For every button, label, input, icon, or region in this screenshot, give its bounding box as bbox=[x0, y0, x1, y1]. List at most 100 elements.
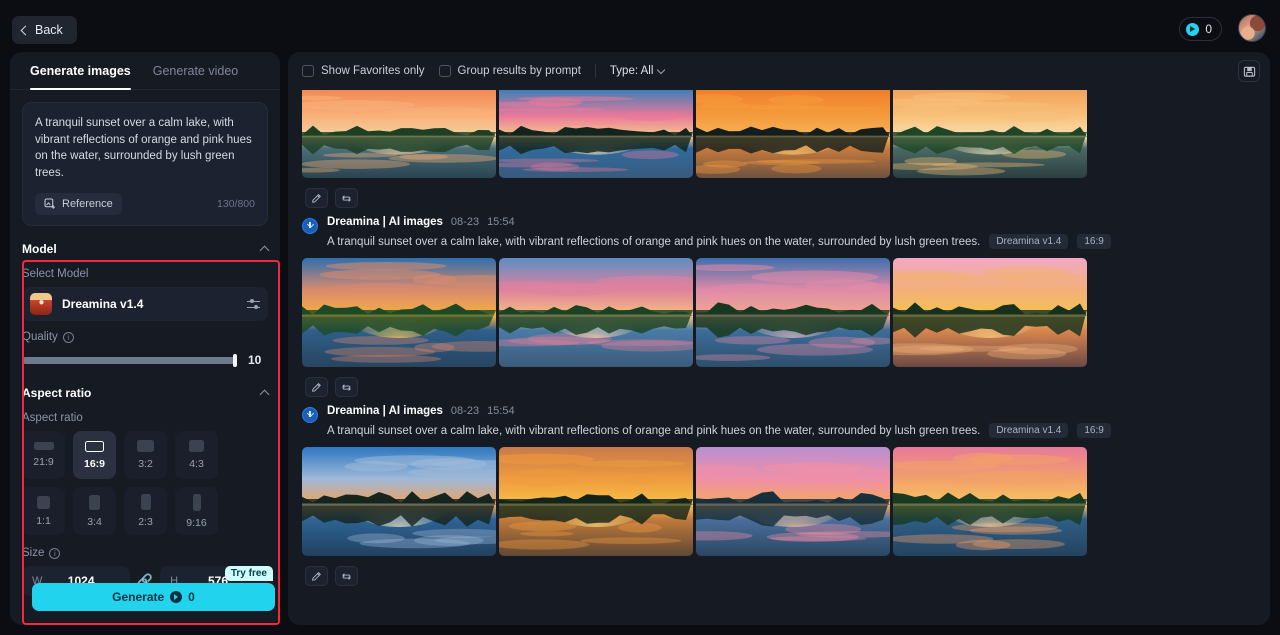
result-thumbnail[interactable] bbox=[499, 447, 693, 556]
archive-folder-icon bbox=[1243, 66, 1255, 77]
aspect-ratio-3-4[interactable]: 3:4 bbox=[73, 487, 116, 535]
download-circle-icon[interactable] bbox=[302, 218, 318, 234]
credits-indicator[interactable]: 0 bbox=[1179, 17, 1222, 41]
model-section-header[interactable]: Model bbox=[22, 234, 270, 264]
quality-section: Quality i 10 bbox=[10, 331, 280, 370]
checkbox-box[interactable] bbox=[438, 65, 451, 77]
aspect-ratio-4-3[interactable]: 4:3 bbox=[175, 431, 218, 479]
aspect-section-header[interactable]: Aspect ratio bbox=[22, 378, 270, 408]
result-thumbnail[interactable] bbox=[696, 90, 890, 178]
aspect-ratio-label: 3:2 bbox=[138, 458, 153, 470]
results-scroll-area[interactable]: Dreamina | AI images 08-23 15:54 A tranq… bbox=[288, 90, 1270, 625]
checkbox-box[interactable] bbox=[302, 65, 314, 77]
aspect-ratio-16-9[interactable]: 16:9 bbox=[73, 431, 116, 479]
result-thumbnail[interactable] bbox=[893, 90, 1087, 178]
model-section: Model Select Model Dreamina v1.4 bbox=[10, 234, 280, 321]
aspect-ratio-grid: 21:9 16:9 3:2 4:3 1:1 3:4 2:3 9:16 bbox=[22, 431, 268, 535]
download-circle-icon[interactable] bbox=[302, 407, 318, 423]
aspect-section-title: Aspect ratio bbox=[22, 386, 92, 400]
tune-sliders-icon[interactable] bbox=[247, 299, 260, 310]
chevron-up-icon[interactable] bbox=[259, 245, 270, 256]
show-favorites-checkbox[interactable]: Show Favorites only bbox=[302, 65, 425, 77]
toolbar-divider bbox=[594, 64, 596, 78]
quality-value: 10 bbox=[248, 353, 262, 367]
edit-button[interactable] bbox=[305, 377, 328, 397]
tab-generate-images[interactable]: Generate images bbox=[30, 64, 131, 90]
size-label-row: Size i bbox=[22, 547, 268, 559]
type-filter-label: Type: All bbox=[609, 65, 654, 77]
results-toolbar: Show Favorites only Group results by pro… bbox=[288, 52, 1270, 90]
avatar[interactable] bbox=[1238, 14, 1266, 42]
quality-slider-row: 10 bbox=[22, 350, 268, 370]
model-badge: Dreamina v1.4 bbox=[989, 234, 1069, 249]
result-time: 15:54 bbox=[487, 405, 515, 417]
result-image-row bbox=[302, 90, 1256, 178]
result-thumbnail[interactable] bbox=[893, 258, 1087, 367]
tab-generate-video[interactable]: Generate video bbox=[153, 64, 238, 89]
info-icon[interactable]: i bbox=[62, 331, 74, 343]
aspect-ratio-1-1[interactable]: 1:1 bbox=[22, 487, 65, 535]
prompt-card[interactable]: A tranquil sunset over a calm lake, with… bbox=[22, 102, 268, 226]
regenerate-button[interactable] bbox=[335, 377, 358, 397]
aspect-ratio-label: 3:4 bbox=[87, 515, 102, 528]
aspect-ratio-glyph-icon bbox=[137, 440, 154, 452]
aspect-ratio-glyph-icon bbox=[33, 442, 54, 450]
slider-thumb[interactable] bbox=[233, 353, 237, 367]
result-thumbnail[interactable] bbox=[499, 90, 693, 178]
group-by-prompt-checkbox[interactable]: Group results by prompt bbox=[438, 65, 581, 77]
model-badge: Dreamina v1.4 bbox=[989, 423, 1069, 438]
aspect-ratio-label: 2:3 bbox=[138, 516, 153, 528]
chevron-up-icon[interactable] bbox=[259, 389, 270, 400]
result-thumbnail[interactable] bbox=[499, 258, 693, 367]
result-thumbnail[interactable] bbox=[893, 447, 1087, 556]
aspect-sub-label: Aspect ratio bbox=[22, 412, 268, 424]
pencil-edit-icon bbox=[312, 382, 321, 392]
aspect-ratio-glyph-icon bbox=[189, 440, 204, 452]
model-thumbnail-icon bbox=[30, 293, 52, 315]
select-model-text: Select Model bbox=[22, 268, 89, 280]
quality-slider[interactable] bbox=[22, 353, 237, 367]
result-thumbnail[interactable] bbox=[696, 258, 890, 367]
edit-button[interactable] bbox=[305, 566, 328, 586]
top-bar: Back 0 bbox=[0, 0, 1280, 46]
show-favorites-label: Show Favorites only bbox=[321, 65, 425, 77]
regenerate-icon bbox=[342, 194, 351, 202]
result-thumbnail[interactable] bbox=[302, 90, 496, 178]
result-image-row bbox=[302, 447, 1256, 556]
selected-model-label: Dreamina v1.4 bbox=[62, 297, 144, 311]
pencil-edit-icon bbox=[312, 571, 321, 581]
model-selector[interactable]: Dreamina v1.4 bbox=[22, 287, 268, 321]
regenerate-button[interactable] bbox=[335, 188, 358, 208]
result-thumbnail[interactable] bbox=[302, 447, 496, 556]
aspect-ratio-label: 4:3 bbox=[189, 458, 204, 470]
aspect-ratio-21-9[interactable]: 21:9 bbox=[22, 431, 65, 479]
credit-coin-icon bbox=[1186, 22, 1200, 36]
result-title: Dreamina | AI images bbox=[327, 405, 443, 417]
archive-folder-button[interactable] bbox=[1238, 60, 1260, 82]
result-group: Dreamina | AI images 08-23 15:54 A tranq… bbox=[288, 208, 1270, 397]
result-prompt-line: A tranquil sunset over a calm lake, with… bbox=[327, 423, 1256, 438]
aspect-ratio-9-16[interactable]: 9:16 bbox=[175, 487, 218, 535]
ratio-badge: 16:9 bbox=[1077, 423, 1111, 438]
reference-button[interactable]: Reference bbox=[35, 193, 122, 215]
result-thumbnail[interactable] bbox=[696, 447, 890, 556]
type-filter-dropdown[interactable]: Type: All bbox=[609, 65, 666, 77]
info-icon[interactable]: i bbox=[49, 547, 61, 559]
back-button[interactable]: Back bbox=[12, 16, 77, 44]
regenerate-button[interactable] bbox=[335, 566, 358, 586]
generate-button-label: Generate bbox=[112, 590, 165, 604]
reference-button-label: Reference bbox=[62, 198, 113, 210]
aspect-ratio-3-2[interactable]: 3:2 bbox=[124, 431, 167, 479]
aspect-ratio-label: 21:9 bbox=[33, 456, 54, 468]
edit-button[interactable] bbox=[305, 188, 328, 208]
prompt-textarea[interactable]: A tranquil sunset over a calm lake, with… bbox=[35, 115, 255, 181]
aspect-ratio-section: Aspect ratio Aspect ratio 21:9 16:9 3:2 4:3… bbox=[10, 378, 280, 535]
aspect-ratio-glyph-icon bbox=[85, 440, 104, 452]
result-actions bbox=[302, 566, 1256, 586]
generation-settings-panel: Generate images Generate video A tranqui… bbox=[10, 52, 280, 625]
aspect-ratio-2-3[interactable]: 2:3 bbox=[124, 487, 167, 535]
select-model-label: Select Model bbox=[22, 268, 268, 280]
generate-button[interactable]: Generate 0 Try free bbox=[32, 566, 275, 611]
add-image-icon bbox=[44, 198, 55, 209]
result-thumbnail[interactable] bbox=[302, 258, 496, 367]
